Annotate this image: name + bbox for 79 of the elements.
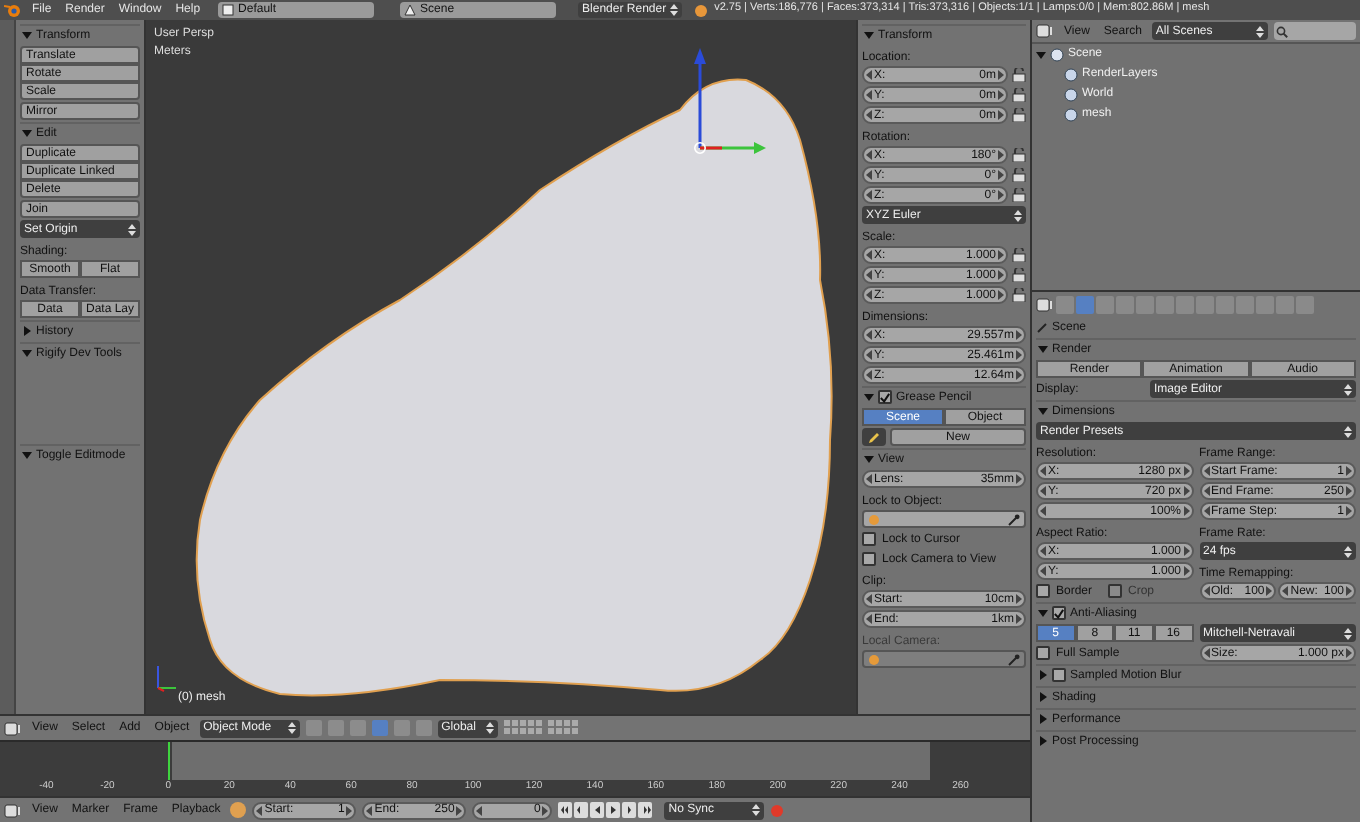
up-down-arrows-icon (1344, 425, 1352, 437)
scene-icon (404, 4, 417, 16)
increment-arrow-icon[interactable] (346, 805, 353, 815)
up-down-arrows-icon (1344, 627, 1352, 639)
disclosure-triangle-icon[interactable] (22, 450, 32, 460)
app-logo-icon[interactable] (4, 2, 22, 18)
open-lock-icon[interactable] (1012, 68, 1026, 82)
info-icon (694, 3, 709, 17)
up-down-arrows-icon (1014, 209, 1022, 221)
open-lock-icon[interactable] (1012, 148, 1026, 162)
object-icon (868, 653, 880, 665)
disclosure-triangle-icon[interactable] (1038, 692, 1048, 702)
search-field[interactable] (1273, 22, 1356, 40)
open-lock-icon[interactable] (1012, 288, 1026, 302)
up-down-arrows-icon (670, 4, 679, 16)
disclosure-triangle-icon[interactable] (22, 326, 32, 336)
editor-type-icon[interactable] (1036, 298, 1054, 312)
up-down-arrows-icon (752, 804, 761, 816)
disclosure-triangle-icon[interactable] (864, 392, 874, 402)
disclosure-triangle-icon[interactable] (1038, 406, 1048, 416)
up-down-arrows-icon (485, 722, 494, 734)
increment-arrow-icon[interactable] (542, 805, 549, 815)
pin-icon[interactable] (1036, 321, 1048, 333)
pencil-icon (868, 431, 880, 443)
checkbox[interactable] (1052, 668, 1066, 682)
decrement-arrow-icon[interactable] (1203, 586, 1209, 596)
editor-type-icon[interactable] (4, 721, 22, 735)
disclosure-triangle-icon[interactable] (22, 30, 32, 40)
up-down-arrows-icon (1344, 545, 1352, 557)
decrement-arrow-icon[interactable] (366, 805, 373, 815)
open-lock-icon[interactable] (1012, 88, 1026, 102)
keying-button[interactable] (230, 802, 247, 818)
checkbox[interactable] (878, 390, 892, 404)
increment-arrow-icon[interactable] (456, 805, 463, 815)
disclosure-triangle-icon[interactable] (864, 454, 874, 464)
decrement-arrow-icon[interactable] (256, 805, 263, 815)
object-icon (868, 513, 880, 525)
up-down-arrows-icon (287, 722, 296, 734)
checkbox[interactable] (1052, 606, 1066, 620)
disclosure-triangle-icon[interactable] (864, 30, 874, 40)
disclosure-triangle-icon[interactable] (1038, 344, 1048, 354)
decrement-arrow-icon[interactable] (866, 474, 872, 484)
disclosure-triangle-icon[interactable] (22, 348, 32, 358)
pencil-button[interactable] (862, 428, 886, 446)
decrement-arrow-icon[interactable] (1203, 648, 1209, 658)
open-lock-icon[interactable] (1012, 268, 1026, 282)
checkbox[interactable] (862, 532, 876, 546)
increment-arrow-icon[interactable] (1266, 586, 1273, 596)
open-lock-icon[interactable] (1012, 248, 1026, 262)
disclosure-triangle-icon[interactable] (1038, 608, 1048, 618)
disclosure-triangle-icon[interactable] (1038, 670, 1048, 680)
transform-gizmo (694, 48, 766, 156)
up-down-arrows-icon (1255, 25, 1264, 37)
editor-type-icon[interactable] (4, 803, 22, 817)
increment-arrow-icon[interactable] (1016, 474, 1022, 484)
decrement-arrow-icon[interactable] (1282, 586, 1289, 596)
checkbox[interactable] (1036, 584, 1050, 598)
increment-arrow-icon[interactable] (1346, 648, 1352, 658)
search-icon (1275, 25, 1288, 37)
open-lock-icon[interactable] (1012, 188, 1026, 202)
axes-icon (154, 664, 178, 692)
checkmark-icon (880, 391, 890, 403)
open-lock-icon[interactable] (1012, 168, 1026, 182)
disclosure-triangle-icon[interactable] (1038, 714, 1048, 724)
up-down-arrows-icon (128, 223, 136, 235)
disclosure-triangle-icon[interactable] (1036, 49, 1046, 59)
editor-type-icon[interactable] (1036, 24, 1054, 38)
disclosure-triangle-icon[interactable] (1038, 736, 1048, 746)
disclosure-triangle-icon[interactable] (22, 128, 32, 138)
checkmark-icon (1054, 607, 1064, 619)
object-field[interactable] (862, 510, 1026, 528)
eyedropper-icon[interactable] (1008, 513, 1020, 525)
screen-layout-icon (222, 4, 235, 16)
checkbox[interactable] (862, 552, 876, 566)
increment-arrow-icon[interactable] (1346, 586, 1352, 596)
open-lock-icon[interactable] (1012, 108, 1026, 122)
checkbox[interactable] (1036, 646, 1050, 660)
up-down-arrows-icon (1344, 383, 1352, 395)
decrement-arrow-icon[interactable] (476, 805, 483, 815)
